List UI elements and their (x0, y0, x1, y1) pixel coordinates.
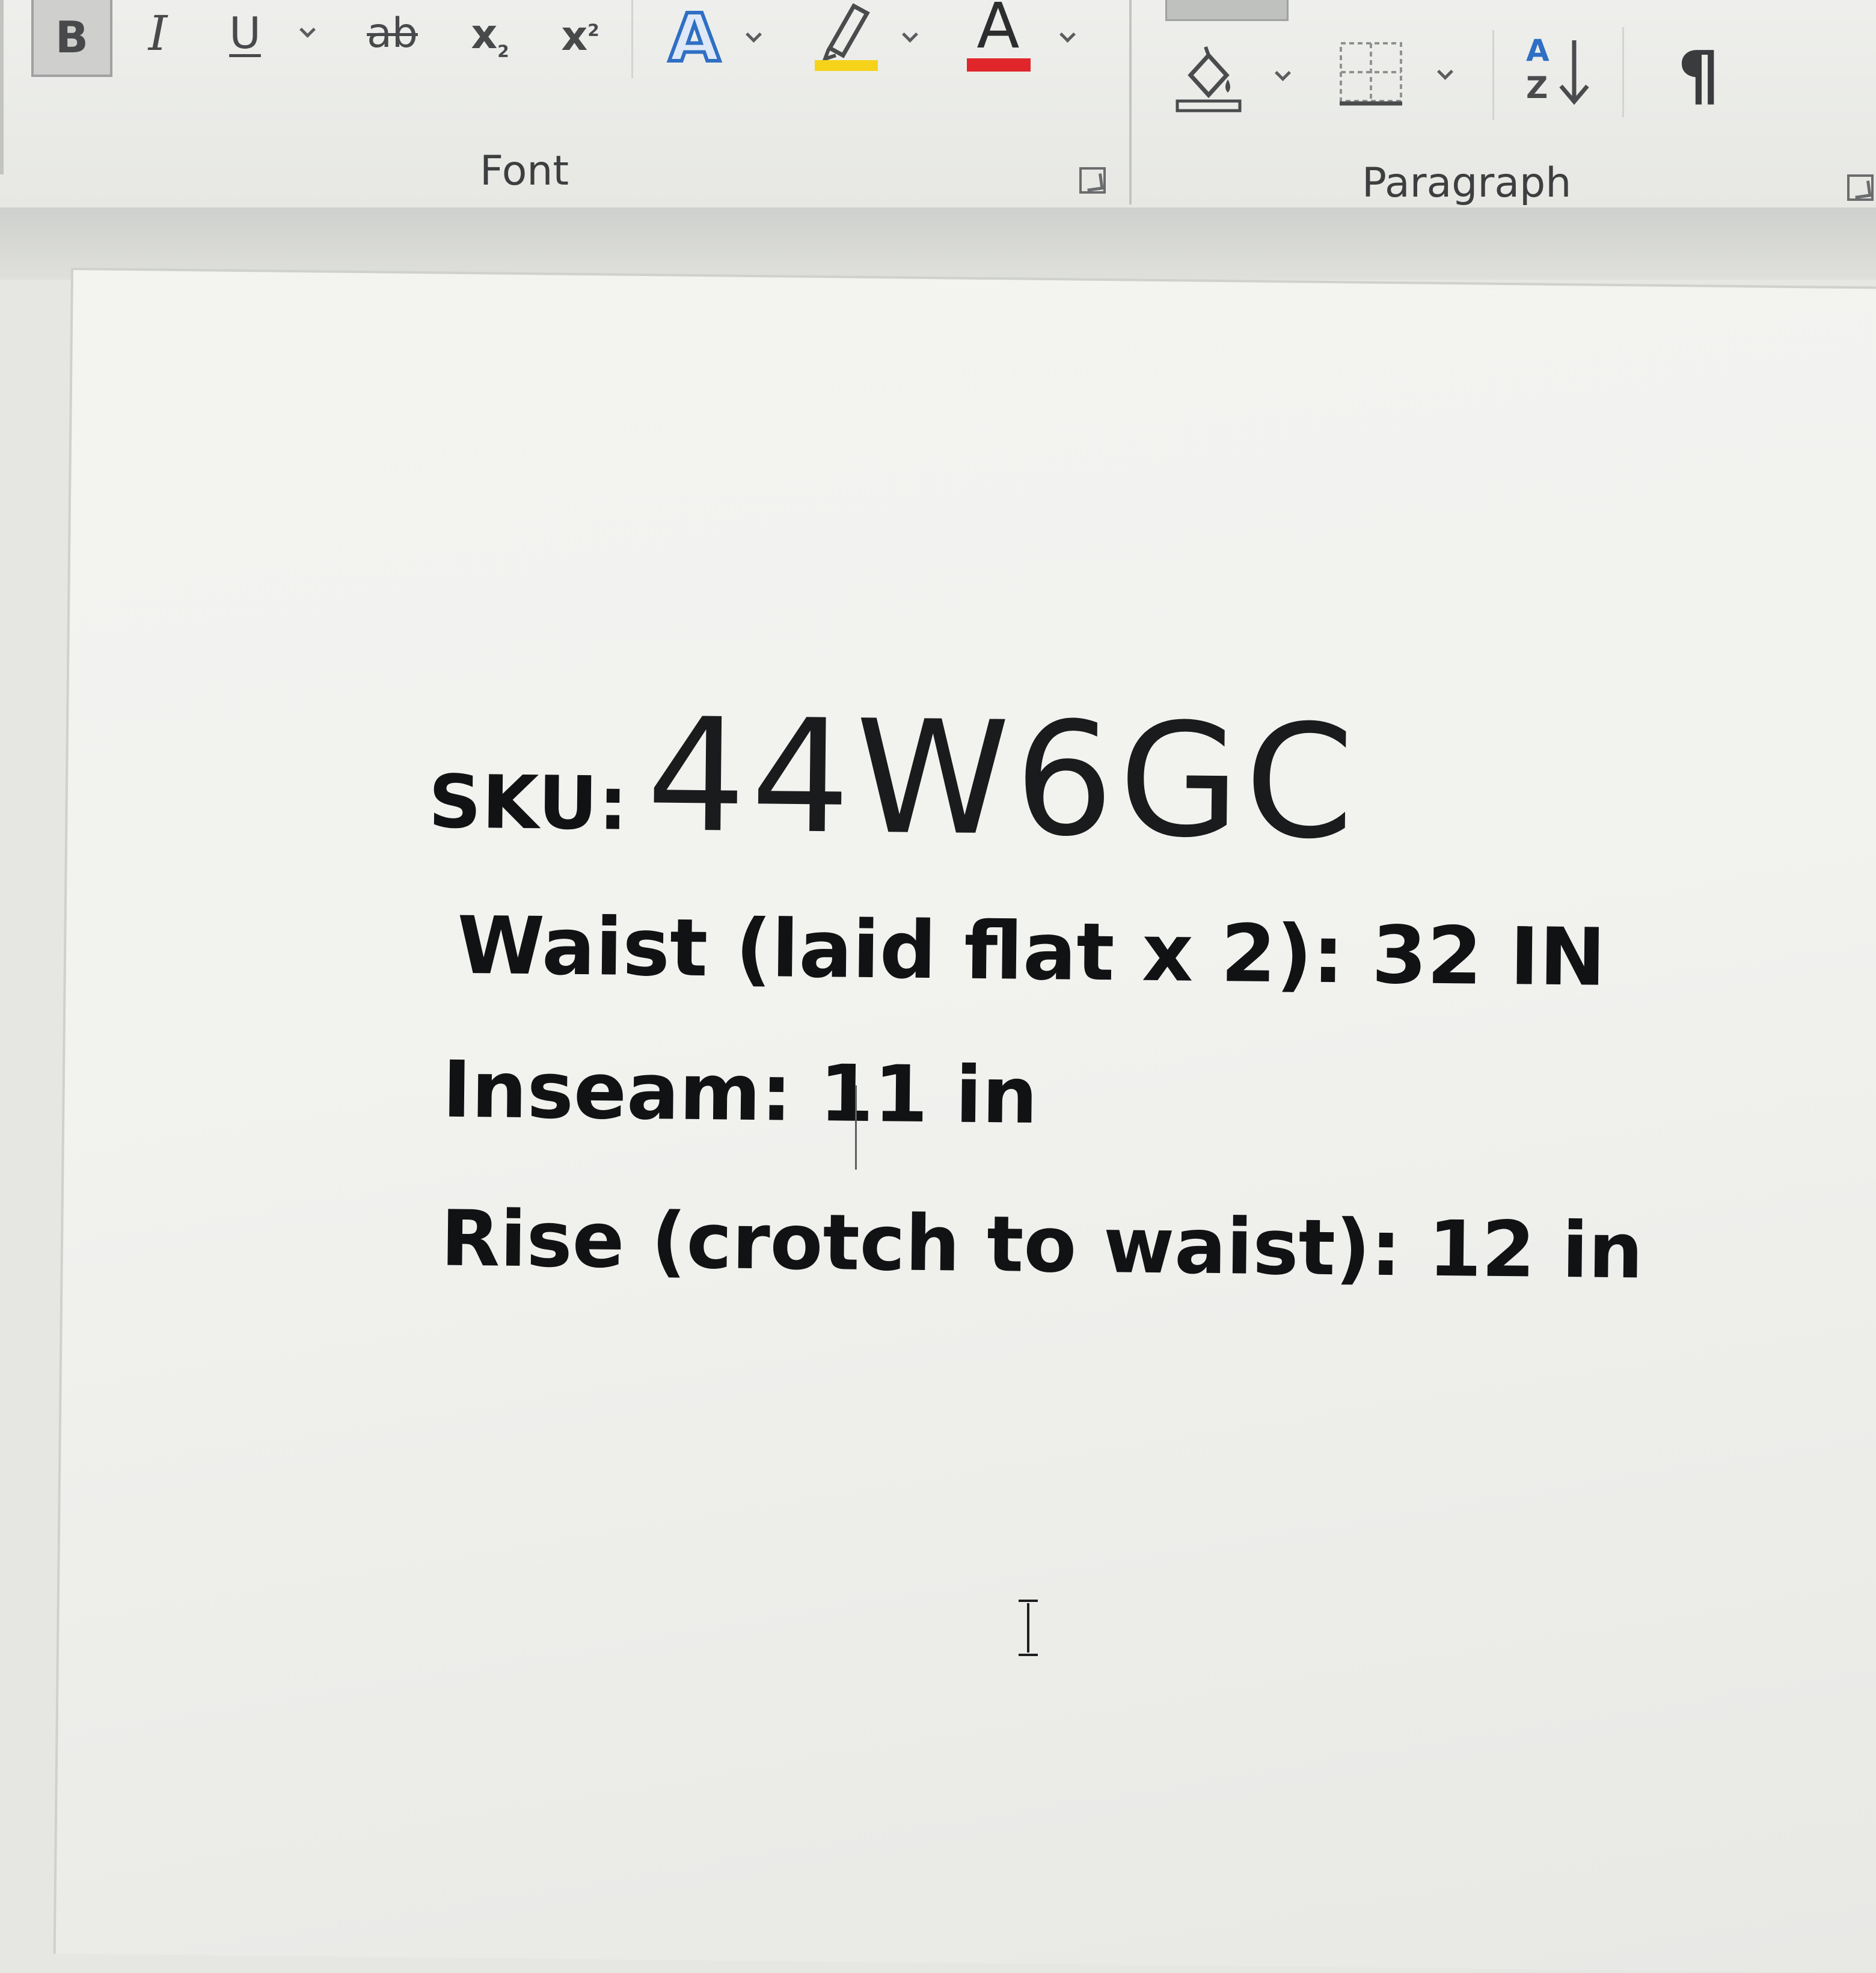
text-caret (855, 1085, 857, 1170)
borders-button[interactable] (1335, 36, 1407, 108)
ibeam-cursor-icon (1016, 1600, 1040, 1656)
strikethrough-icon: ab (367, 9, 418, 57)
paragraph-divider-1 (1492, 30, 1494, 120)
sku-label: SKU: (428, 759, 629, 847)
superscript-button[interactable]: x2 (550, 0, 610, 72)
font-color-icon: A (976, 0, 1020, 63)
highlight-button[interactable] (812, 0, 881, 75)
highlighter-icon (815, 3, 878, 71)
paint-bucket-icon (1176, 46, 1242, 112)
paragraph-group-label: Paragraph (1362, 159, 1572, 207)
sku-line[interactable]: SKU: 44W6GC (428, 683, 1360, 874)
strikethrough-button[interactable]: ab (355, 0, 430, 66)
underline-icon: U (229, 8, 261, 58)
bold-icon: B (55, 12, 88, 63)
group-separator (1129, 0, 1132, 204)
text-effects-dropdown-chevron-icon[interactable] (746, 29, 761, 44)
ribbon: B I U ab x2 x2 A A Font A Z ¶ Paragraph (0, 0, 1876, 209)
paragraph-group: A Z ¶ Paragraph (1136, 0, 1876, 207)
text-effects-icon: A (667, 0, 722, 78)
borders-grid-icon (1340, 42, 1402, 106)
paragraph-top-row-remnant (1165, 0, 1289, 21)
borders-dropdown-chevron-icon[interactable] (1437, 66, 1453, 82)
bold-button[interactable]: B (31, 0, 112, 77)
inseam-measurement[interactable]: Inseam: 11 in (442, 1044, 1038, 1141)
waist-measurement[interactable]: Waist (laid flat x 2): 32 IN (456, 900, 1606, 1004)
underline-dropdown-chevron-icon[interactable] (299, 24, 315, 40)
paragraph-dialog-launcher-icon[interactable] (1847, 174, 1874, 201)
font-group-label: Font (480, 147, 569, 195)
paragraph-divider-2 (1622, 27, 1624, 117)
font-group-divider (631, 0, 633, 78)
text-effects-button[interactable]: A (655, 0, 734, 78)
shading-button[interactable] (1172, 42, 1245, 114)
italic-icon: I (148, 5, 168, 61)
font-group: B I U ab x2 x2 A A Font (0, 0, 1130, 207)
sort-icon: A Z (1521, 33, 1599, 117)
highlight-dropdown-chevron-icon[interactable] (902, 29, 918, 44)
italic-button[interactable]: I (129, 0, 186, 66)
font-color-button[interactable]: A (962, 0, 1034, 75)
subscript-button[interactable]: x2 (460, 0, 520, 72)
show-marks-button[interactable]: ¶ (1666, 36, 1732, 114)
superscript-icon: x2 (561, 12, 599, 60)
font-color-dropdown-chevron-icon[interactable] (1059, 29, 1075, 44)
rise-measurement[interactable]: Rise (crotch to waist): 12 in (440, 1194, 1643, 1296)
font-color-bar (967, 58, 1031, 72)
sort-button[interactable]: A Z (1521, 33, 1599, 117)
font-dialog-launcher-icon[interactable] (1079, 167, 1106, 194)
shading-dropdown-chevron-icon[interactable] (1275, 67, 1290, 83)
subscript-icon: x2 (471, 11, 509, 61)
sort-down-arrow-icon (1559, 40, 1589, 105)
document-page[interactable]: SKU: 44W6GC Waist (laid flat x 2): 32 IN … (53, 268, 1876, 1973)
sku-value: 44W6GC (645, 685, 1360, 874)
pilcrow-icon: ¶ (1678, 37, 1720, 114)
underline-button[interactable]: U (216, 0, 274, 66)
ribbon-page-gap (0, 207, 1876, 280)
